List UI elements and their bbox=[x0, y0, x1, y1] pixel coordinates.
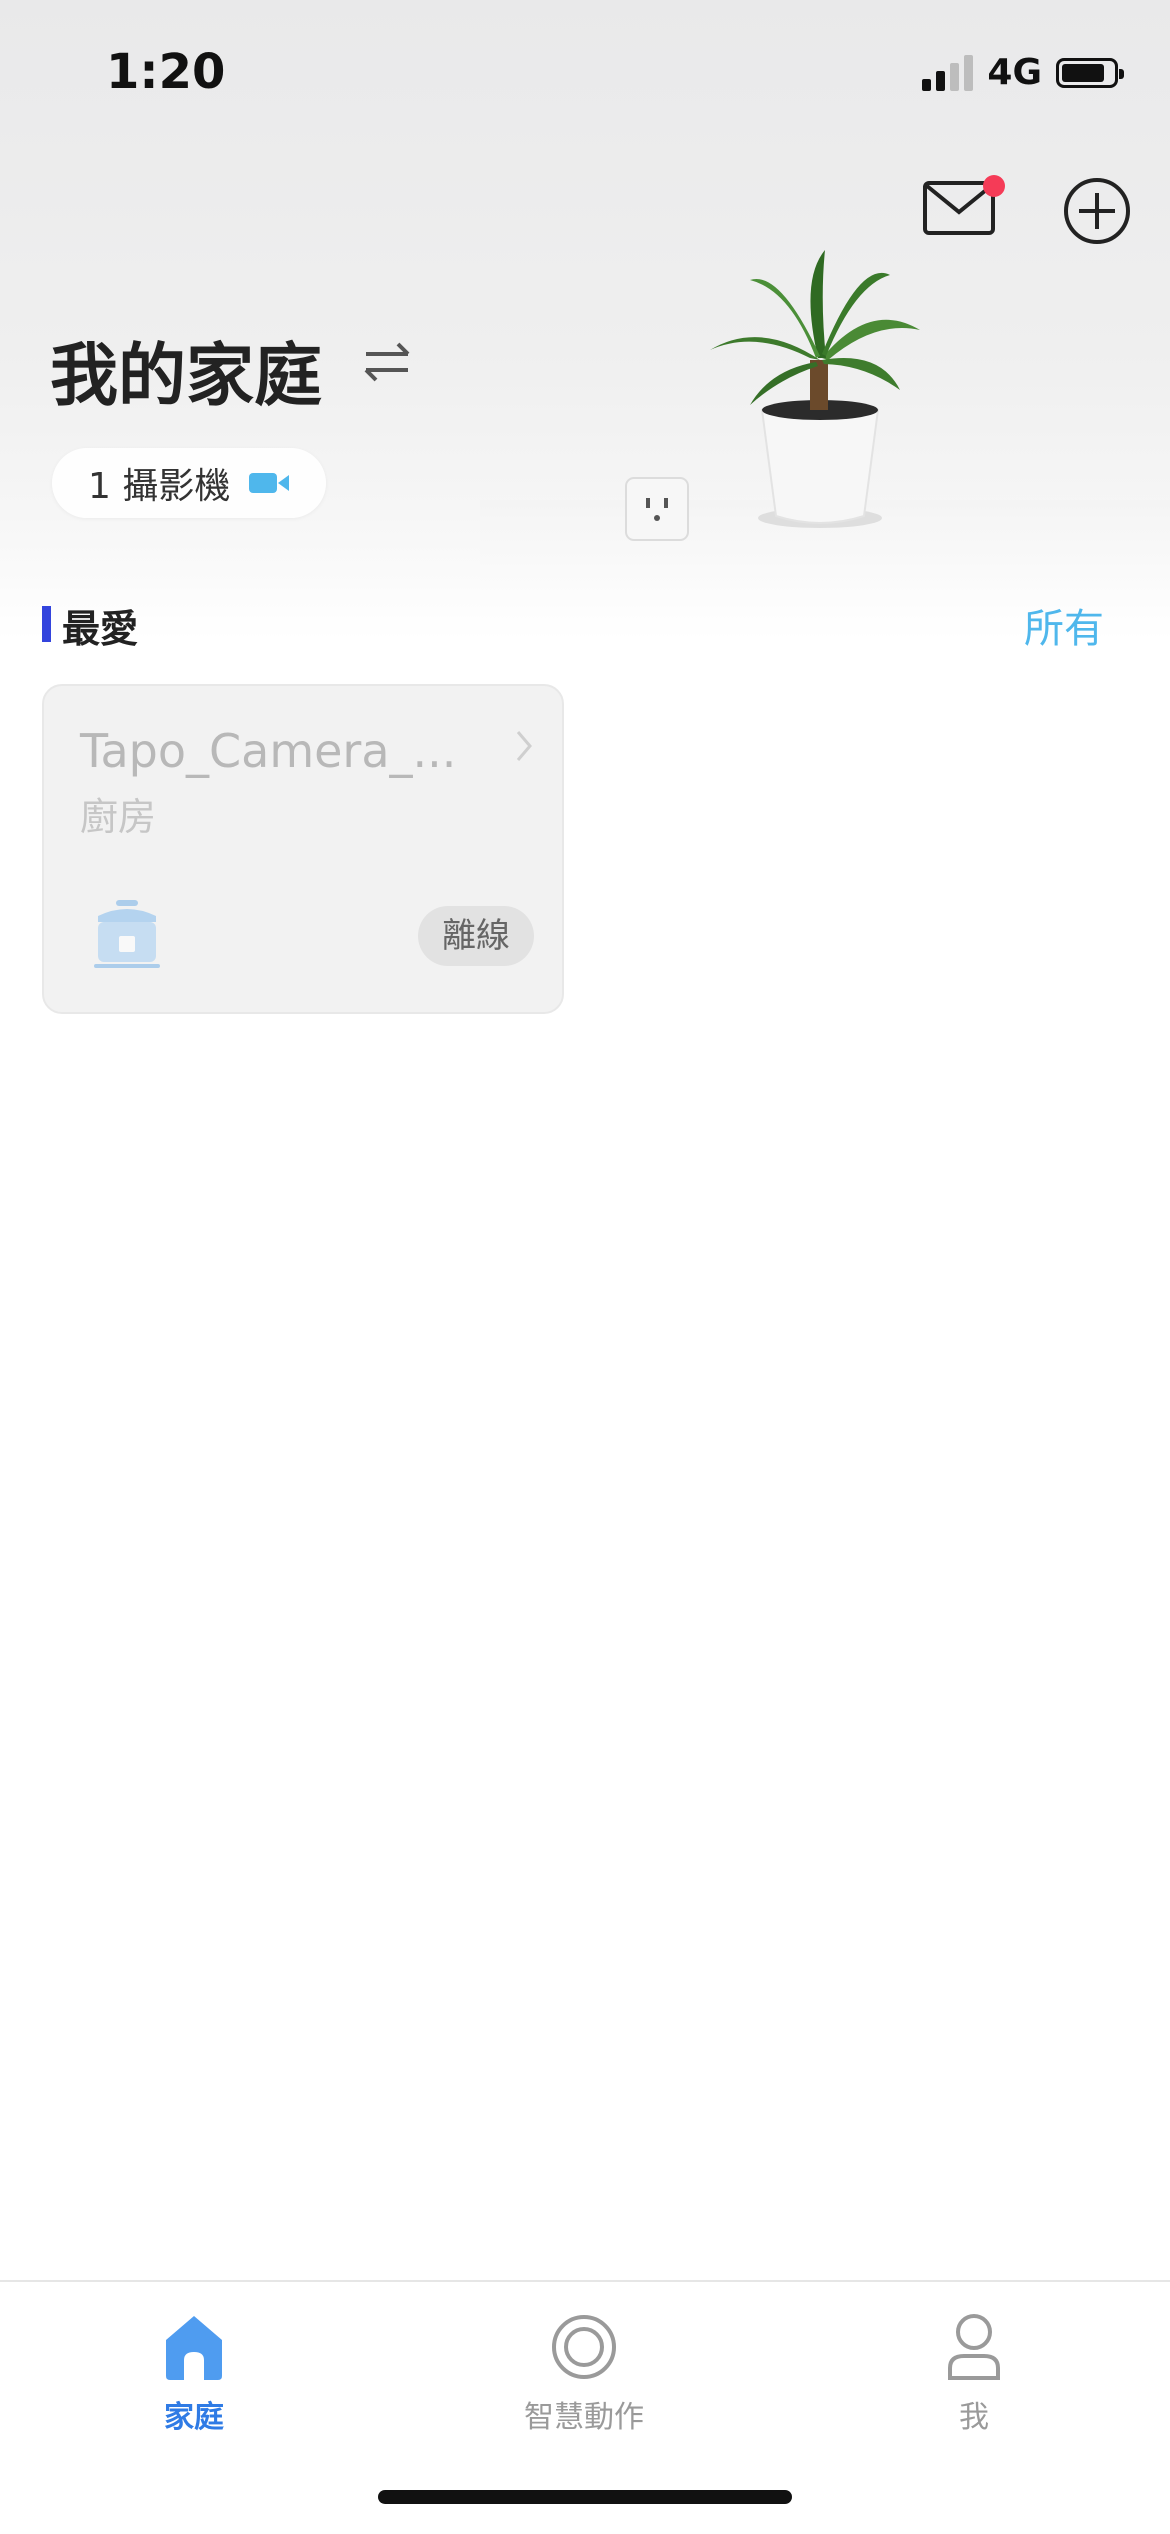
network-type: 4G bbox=[987, 52, 1042, 93]
add-device-icon[interactable] bbox=[1062, 176, 1132, 246]
device-room: 廚房 bbox=[80, 795, 157, 839]
chevron-right-icon bbox=[516, 731, 532, 761]
home-icon bbox=[166, 2316, 222, 2380]
status-time: 1:20 bbox=[106, 44, 226, 100]
status-badge: 離線 bbox=[418, 906, 534, 966]
smart-plug-illustration bbox=[625, 477, 689, 541]
favorites-accent-bar bbox=[42, 606, 51, 642]
notification-dot bbox=[983, 175, 1005, 197]
camera-summary-pill[interactable]: 1 攝影機 bbox=[52, 448, 327, 518]
device-name: Tapo_Camera_... bbox=[80, 724, 457, 778]
device-card[interactable]: Tapo_Camera_... 廚房 離線 bbox=[42, 684, 564, 1014]
tab-me-label: 我 bbox=[959, 2400, 989, 2435]
camera-count-label: 1 攝影機 bbox=[88, 466, 231, 507]
battery-icon bbox=[1056, 57, 1124, 88]
all-devices-link[interactable]: 所有 bbox=[1024, 596, 1104, 654]
home-name[interactable]: 我的家庭 bbox=[50, 320, 322, 419]
tab-home[interactable]: 家庭 bbox=[74, 2312, 314, 2436]
rice-cooker-icon bbox=[94, 900, 160, 968]
smart-action-icon bbox=[552, 2315, 616, 2379]
status-indicators: 4G bbox=[922, 52, 1124, 93]
person-icon bbox=[948, 2314, 1000, 2380]
signal-icon bbox=[922, 54, 974, 91]
tab-home-label: 家庭 bbox=[164, 2400, 224, 2435]
tab-smart-action[interactable]: 智慧動作 bbox=[464, 2312, 704, 2436]
home-indicator bbox=[378, 2490, 792, 2504]
video-camera-icon bbox=[249, 473, 290, 493]
favorites-title: 最愛 bbox=[62, 607, 139, 651]
tab-smart-label: 智慧動作 bbox=[524, 2400, 644, 2435]
plant-illustration bbox=[710, 250, 920, 528]
tab-me[interactable]: 我 bbox=[854, 2312, 1094, 2436]
switch-home-icon[interactable] bbox=[360, 340, 414, 384]
